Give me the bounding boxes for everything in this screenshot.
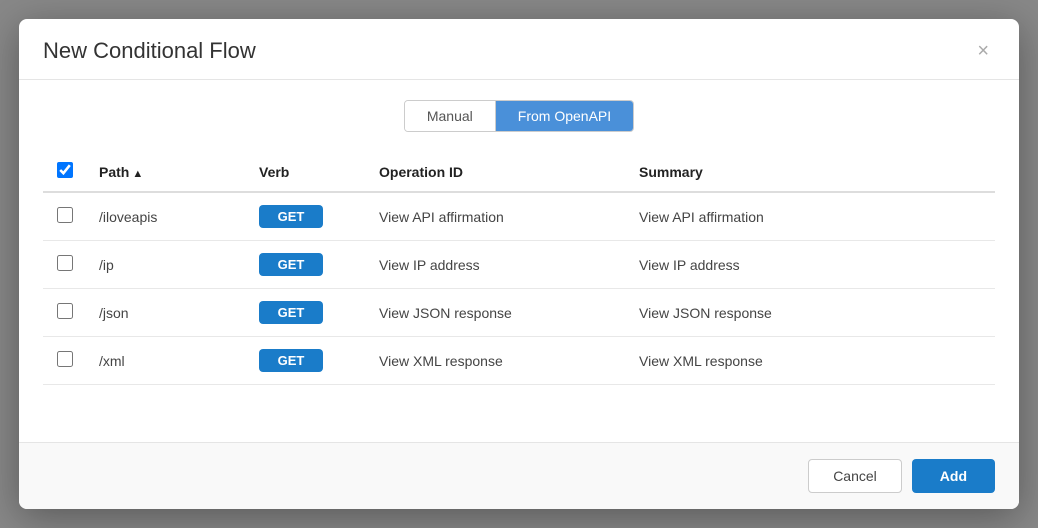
- row-checkbox[interactable]: [57, 303, 73, 319]
- row-verb: GET: [247, 192, 367, 241]
- row-operation-id: View IP address: [367, 241, 627, 289]
- verb-badge: GET: [259, 253, 323, 276]
- row-summary: View JSON response: [627, 289, 995, 337]
- row-verb: GET: [247, 241, 367, 289]
- dialog-body: Manual From OpenAPI Path▲ Verb Operat: [19, 80, 1019, 442]
- row-summary: View IP address: [627, 241, 995, 289]
- header-operation-id: Operation ID: [367, 152, 627, 192]
- sort-arrow-icon: ▲: [132, 168, 143, 180]
- verb-badge: GET: [259, 301, 323, 324]
- row-checkbox[interactable]: [57, 255, 73, 271]
- table-header-row: Path▲ Verb Operation ID Summary: [43, 152, 995, 192]
- cancel-button[interactable]: Cancel: [808, 459, 902, 493]
- dialog-title: New Conditional Flow: [43, 38, 256, 64]
- row-path: /json: [87, 289, 247, 337]
- row-operation-id: View JSON response: [367, 289, 627, 337]
- row-checkbox-cell[interactable]: [43, 289, 87, 337]
- verb-badge: GET: [259, 349, 323, 372]
- close-button[interactable]: ×: [971, 37, 995, 65]
- dialog-footer: Cancel Add: [19, 442, 1019, 509]
- header-checkbox-cell[interactable]: [43, 152, 87, 192]
- header-verb: Verb: [247, 152, 367, 192]
- table-wrapper: Path▲ Verb Operation ID Summary /iloveap…: [43, 152, 995, 442]
- row-checkbox[interactable]: [57, 207, 73, 223]
- operations-table: Path▲ Verb Operation ID Summary /iloveap…: [43, 152, 995, 385]
- verb-badge: GET: [259, 205, 323, 228]
- row-checkbox-cell[interactable]: [43, 241, 87, 289]
- header-path: Path▲: [87, 152, 247, 192]
- tab-openapi[interactable]: From OpenAPI: [496, 101, 633, 131]
- row-summary: View XML response: [627, 337, 995, 385]
- tab-manual[interactable]: Manual: [405, 101, 496, 131]
- row-operation-id: View XML response: [367, 337, 627, 385]
- row-verb: GET: [247, 289, 367, 337]
- row-checkbox-cell[interactable]: [43, 337, 87, 385]
- row-checkbox[interactable]: [57, 351, 73, 367]
- table-row: /xml GET View XML response View XML resp…: [43, 337, 995, 385]
- row-checkbox-cell[interactable]: [43, 192, 87, 241]
- table-row: /iloveapis GET View API affirmation View…: [43, 192, 995, 241]
- row-verb: GET: [247, 337, 367, 385]
- row-path: /ip: [87, 241, 247, 289]
- header-summary: Summary: [627, 152, 995, 192]
- table-body: /iloveapis GET View API affirmation View…: [43, 192, 995, 385]
- tab-group: Manual From OpenAPI: [404, 100, 634, 132]
- row-summary: View API affirmation: [627, 192, 995, 241]
- table-row: /json GET View JSON response View JSON r…: [43, 289, 995, 337]
- add-button[interactable]: Add: [912, 459, 995, 493]
- row-path: /xml: [87, 337, 247, 385]
- tab-row: Manual From OpenAPI: [43, 100, 995, 132]
- dialog-header: New Conditional Flow ×: [19, 19, 1019, 80]
- new-conditional-flow-dialog: New Conditional Flow × Manual From OpenA…: [19, 19, 1019, 509]
- row-operation-id: View API affirmation: [367, 192, 627, 241]
- select-all-checkbox[interactable]: [57, 162, 73, 178]
- table-row: /ip GET View IP address View IP address: [43, 241, 995, 289]
- row-path: /iloveapis: [87, 192, 247, 241]
